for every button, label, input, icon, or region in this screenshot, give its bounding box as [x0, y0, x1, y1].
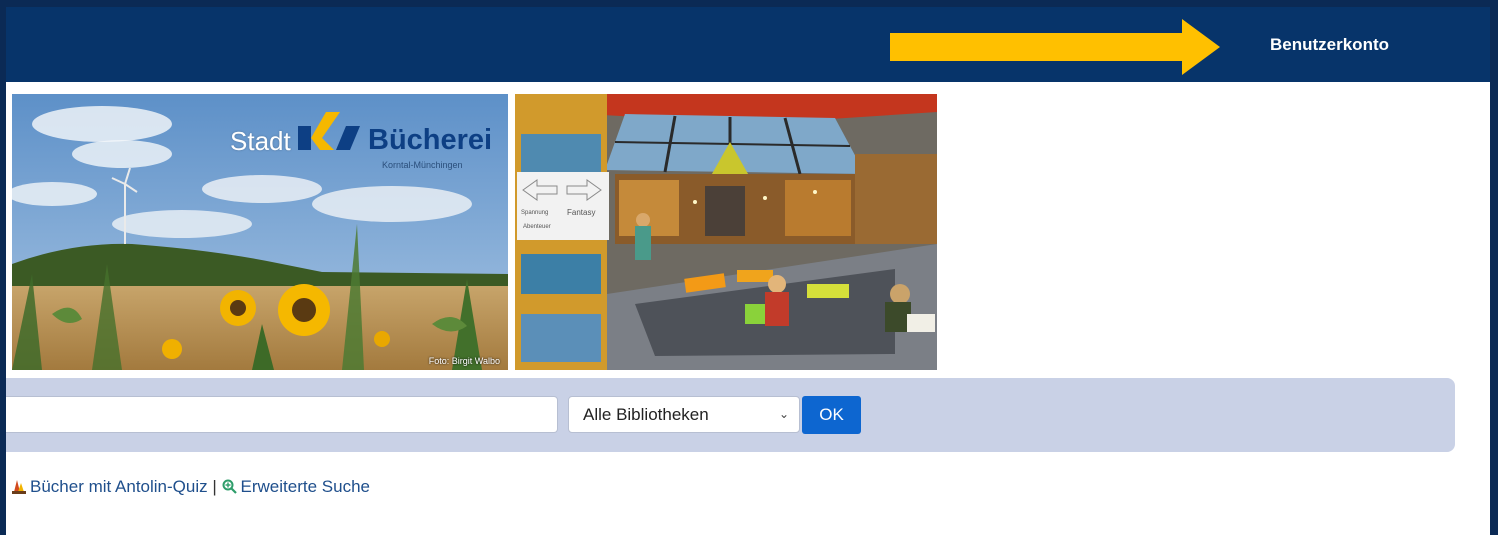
- banner-image-library-interior: Spannung Fantasy Abenteuer: [515, 94, 937, 370]
- chevron-down-icon: ⌄: [778, 407, 789, 421]
- search-ok-button[interactable]: OK: [802, 396, 861, 434]
- photo-credit: Foto: Birgit Walbo: [428, 356, 500, 366]
- links-separator: |: [212, 477, 217, 496]
- antolin-icon: [12, 478, 26, 499]
- advanced-search-link[interactable]: Erweiterte Suche: [241, 477, 370, 496]
- logo-stadt-text: Stadt: [230, 126, 291, 156]
- shelf-sign-fantasy: Fantasy: [567, 208, 596, 217]
- library-select[interactable]: Alle Bibliotheken ⌄: [568, 396, 800, 433]
- magnifier-plus-icon: [222, 479, 237, 499]
- search-panel: Alle Bibliotheken ⌄ OK: [6, 378, 1455, 452]
- search-input[interactable]: [6, 396, 558, 433]
- page-frame: Benutzerkonto Stadt Bücherei Korntal-Mün…: [6, 7, 1490, 535]
- antolin-quiz-link[interactable]: Bücher mit Antolin-Quiz: [30, 477, 208, 496]
- logo-subtitle: Korntal-Münchingen: [382, 160, 463, 170]
- library-logo: Stadt Bücherei Korntal-Münchingen: [230, 104, 502, 174]
- top-navbar: Benutzerkonto: [6, 7, 1490, 82]
- user-account-link[interactable]: Benutzerkonto: [1270, 35, 1389, 55]
- banner-image-sunflower-field: Stadt Bücherei Korntal-Münchingen Foto: …: [12, 94, 508, 370]
- logo-k-mark-icon: [298, 112, 360, 150]
- search-links-row: Bücher mit Antolin-Quiz | Erweiterte Suc…: [12, 477, 370, 499]
- shelf-sign-abenteuer: Abenteuer: [523, 224, 551, 230]
- library-select-value: Alle Bibliotheken: [583, 405, 709, 424]
- arrow-right-icon: [890, 19, 1220, 75]
- shelf-sign-spannung: Spannung: [521, 210, 549, 216]
- logo-name-text: Bücherei: [368, 124, 493, 156]
